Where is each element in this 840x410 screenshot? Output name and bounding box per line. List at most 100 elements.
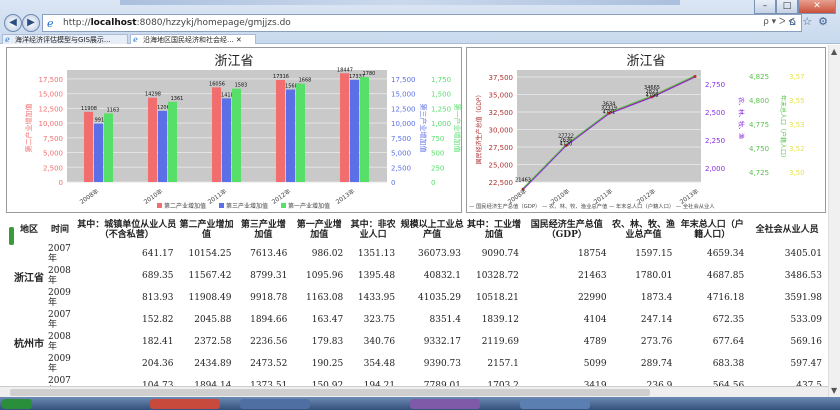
value-cell: 2045.88 bbox=[194, 315, 232, 325]
start-button[interactable] bbox=[2, 399, 32, 409]
value-cell: 40832.1 bbox=[423, 271, 461, 281]
taskbar-app[interactable] bbox=[150, 399, 220, 409]
forward-icon[interactable]: ▶ bbox=[22, 14, 40, 32]
value-cell: 4789 bbox=[583, 337, 607, 347]
bar bbox=[148, 97, 157, 182]
bar bbox=[222, 98, 231, 182]
mid-tick-label: 17,500 bbox=[391, 76, 416, 84]
taskbar-app[interactable] bbox=[410, 399, 480, 409]
right-tick-label: 750 bbox=[431, 135, 444, 143]
mid-axis-label: 农、林、牧、渔 bbox=[737, 97, 745, 139]
value-cell: 1780.01 bbox=[635, 271, 673, 281]
value-cell: 179.83 bbox=[311, 337, 344, 347]
column-header[interactable]: 国民经济生产总值（GDP） bbox=[523, 217, 611, 243]
left-tick-label: 37,500 bbox=[489, 74, 514, 82]
value-cell: 1433.95 bbox=[357, 293, 396, 303]
column-header[interactable]: 其中：非农业人口 bbox=[347, 217, 399, 243]
x-tick-label: 2011年 bbox=[206, 187, 228, 206]
mid-tick-label: 10,000 bbox=[391, 120, 416, 128]
value-cell: 9090.74 bbox=[481, 249, 519, 259]
scroll-down-icon[interactable]: ▼ bbox=[831, 386, 837, 395]
tab-page-icon: ℯ bbox=[5, 35, 10, 44]
scroll-up-icon[interactable]: ▲ bbox=[831, 47, 837, 56]
value-cell: 323.75 bbox=[363, 315, 396, 325]
value-cell: 4687.85 bbox=[706, 271, 745, 281]
close-button[interactable]: ✕ bbox=[798, 0, 836, 14]
maximize-button[interactable]: □ bbox=[776, 0, 798, 14]
value-cell: 41035.29 bbox=[418, 293, 461, 303]
value-cell: 340.76 bbox=[363, 337, 396, 347]
tab-coastal-economy[interactable]: ℯ 沿海地区国民经济和社会经... ✕ bbox=[130, 34, 256, 44]
region-cell: 浙江省 bbox=[14, 272, 44, 284]
horizontal-scrollbar[interactable] bbox=[0, 386, 828, 397]
mid2-axis-label: 年末总人口（户籍人口） bbox=[779, 95, 787, 161]
bar-data-label: 1583 bbox=[235, 83, 248, 89]
bar bbox=[276, 79, 285, 182]
value-cell: 163.47 bbox=[311, 315, 344, 325]
value-cell: 3405.01 bbox=[784, 249, 822, 259]
column-header[interactable]: 时间 bbox=[44, 217, 76, 243]
column-header[interactable]: 全社会从业人员 bbox=[748, 217, 826, 243]
value-cell: 11567.42 bbox=[188, 271, 232, 281]
table-row: 浙江省 2007年 641.17 10154.25 7613.46 986.02 1351.… bbox=[14, 243, 826, 284]
title-bar bbox=[120, 0, 680, 5]
value-cell: 2236.56 bbox=[250, 337, 288, 347]
bar-data-label: 1361 bbox=[171, 96, 184, 102]
mid-tick-label: 7,500 bbox=[391, 135, 411, 143]
time-cell: 2007年 bbox=[48, 244, 71, 264]
address-url[interactable]: http://localhost:8080/hzzykj/homepage/gm… bbox=[63, 18, 291, 28]
value-cell: 9918.78 bbox=[250, 293, 288, 303]
address-bar[interactable]: ℯ http://localhost:8080/hzzykj/homepage/… bbox=[42, 14, 802, 32]
left-tick-label: 12,500 bbox=[39, 105, 64, 113]
value-cell: 7613.46 bbox=[250, 249, 288, 259]
vertical-scrollbar[interactable]: ▲ ▼ bbox=[828, 45, 840, 397]
value-cell: 672.35 bbox=[712, 315, 745, 325]
minimize-button[interactable]: – bbox=[754, 0, 776, 14]
left-tick-label: 25,000 bbox=[489, 162, 514, 170]
data-table-wrapper: 地区 时间 其中：城镇单位从业人员（不含私营） 第二产业增加值 第三产业增加值 第一产业增… bbox=[14, 217, 826, 397]
value-cell: 289.74 bbox=[640, 359, 673, 369]
column-header[interactable]: 其中：城镇单位从业人员（不含私营） bbox=[76, 217, 178, 243]
value-cell: 273.76 bbox=[640, 337, 673, 347]
taskbar-app[interactable] bbox=[240, 399, 310, 409]
table-header-row: 地区 时间 其中：城镇单位从业人员（不含私营） 第二产业增加值 第三产业增加值 第一产业增… bbox=[14, 217, 826, 243]
column-header[interactable]: 地区 bbox=[14, 217, 44, 243]
value-cell: 1873.4 bbox=[640, 293, 673, 303]
column-header[interactable]: 第二产业增加值 bbox=[178, 217, 236, 243]
bar bbox=[158, 110, 167, 182]
value-cell: 2119.69 bbox=[481, 337, 519, 347]
line-point bbox=[693, 75, 697, 79]
right-axis-label: 第一产业增加值 bbox=[453, 104, 462, 153]
horizontal-scroll-thumb[interactable] bbox=[10, 389, 650, 396]
value-cell: 677.64 bbox=[712, 337, 745, 347]
bar bbox=[296, 83, 305, 182]
value-cell: 9390.73 bbox=[423, 359, 461, 369]
value-cell: 597.47 bbox=[790, 359, 823, 369]
column-header[interactable]: 第一产业增加值 bbox=[291, 217, 347, 243]
bar bbox=[84, 111, 93, 182]
taskbar-app[interactable] bbox=[520, 399, 590, 409]
line-data-label: 21463 bbox=[515, 177, 531, 183]
value-cell: 5099 bbox=[583, 359, 607, 369]
tab-ocean-model[interactable]: ℯ 海洋经济评估模型与GIS展示... bbox=[2, 34, 128, 44]
right-tick-label: 250 bbox=[431, 164, 444, 172]
value-cell: 8799.31 bbox=[250, 271, 288, 281]
legend-swatch bbox=[281, 203, 286, 208]
value-cell: 569.16 bbox=[790, 337, 823, 347]
time-cell: 2009年 bbox=[48, 288, 71, 308]
left-tick-label: 17,500 bbox=[39, 76, 64, 84]
column-header[interactable]: 其中：工业增加值 bbox=[465, 217, 523, 243]
column-header[interactable]: 第三产业增加值 bbox=[235, 217, 291, 243]
column-header[interactable]: 年末总人口（户籍人口） bbox=[676, 217, 748, 243]
column-header[interactable]: 规模以上工业总产值 bbox=[399, 217, 465, 243]
value-cell: 11908.49 bbox=[188, 293, 232, 303]
left-tick-label: 10,000 bbox=[39, 120, 64, 128]
back-icon[interactable]: ◀ bbox=[4, 14, 22, 32]
legend-swatch bbox=[219, 203, 224, 208]
home-star-gear-icons[interactable]: ⌂☆⚙ bbox=[789, 15, 834, 28]
value-cell: 36073.93 bbox=[418, 249, 461, 259]
value-cell: 9332.17 bbox=[423, 337, 461, 347]
value-cell: 204.36 bbox=[142, 359, 174, 369]
column-header[interactable]: 农、林、牧、渔业总产值 bbox=[611, 217, 677, 243]
value-cell: 247.14 bbox=[640, 315, 673, 325]
